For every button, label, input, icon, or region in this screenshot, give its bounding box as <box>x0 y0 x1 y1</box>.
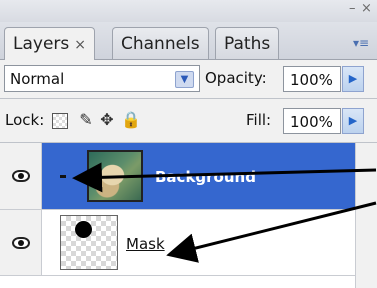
visibility-cell[interactable] <box>0 143 42 209</box>
lock-label: Lock: <box>5 111 45 129</box>
fill-field[interactable]: 100% <box>283 108 341 134</box>
fill-label: Fill: <box>246 111 272 129</box>
tab-layers-label: Layers <box>13 34 70 54</box>
fill-value: 100% <box>290 113 333 131</box>
layer-row-mask[interactable]: Mask <box>0 210 377 276</box>
layers-list: Background Mask <box>0 143 377 288</box>
chevron-down-icon[interactable]: ▼ <box>175 71 194 88</box>
layer-name-mask[interactable]: Mask <box>126 235 165 253</box>
tab-close-icon[interactable]: × <box>74 37 86 53</box>
opacity-label: Opacity: <box>205 69 267 87</box>
layers-panel: – × Layers × Channels Paths ▾≡ Normal ▼ O… <box>0 0 377 288</box>
opacity-value: 100% <box>290 71 333 89</box>
visibility-cell[interactable] <box>0 210 42 275</box>
blend-row: Normal ▼ Opacity: 100% ▶ <box>0 60 377 98</box>
opacity-slider-toggle[interactable]: ▶ <box>342 66 364 92</box>
panel-menu-icon[interactable]: ▾≡ <box>351 34 371 52</box>
lock-row: Lock: ✎ ✥ 🔒 Fill: 100% ▶ <box>0 99 377 142</box>
tab-channels-label: Channels <box>121 34 200 54</box>
lock-move-icon[interactable]: ✥ <box>98 111 116 129</box>
blend-mode-value: Normal <box>10 70 65 88</box>
blend-mode-select[interactable]: Normal ▼ <box>4 65 200 92</box>
tab-strip: Layers × Channels Paths ▾≡ <box>0 22 377 60</box>
lock-paint-icon[interactable]: ✎ <box>77 111 95 129</box>
mask-shape <box>75 221 92 238</box>
panel-title-bar: – × <box>0 0 377 22</box>
eye-icon[interactable] <box>12 237 30 249</box>
minimize-button[interactable]: – <box>349 1 356 16</box>
tab-channels[interactable]: Channels <box>112 27 209 59</box>
layer-thumbnail[interactable] <box>87 150 143 202</box>
layer-thumbnail[interactable] <box>60 215 118 270</box>
link-marker <box>60 175 66 178</box>
lock-all-icon[interactable]: 🔒 <box>121 111 141 129</box>
tab-paths-label: Paths <box>224 34 271 54</box>
eye-icon[interactable] <box>12 170 30 182</box>
scrollbar[interactable] <box>355 143 377 288</box>
tab-layers[interactable]: Layers × <box>4 27 95 60</box>
tab-paths[interactable]: Paths <box>215 27 280 59</box>
layer-row-background[interactable]: Background <box>0 143 377 210</box>
layer-name-background[interactable]: Background <box>155 168 256 186</box>
lock-transparent-icon[interactable] <box>52 113 68 129</box>
close-panel-button[interactable]: × <box>361 1 372 16</box>
fill-slider-toggle[interactable]: ▶ <box>342 108 364 134</box>
opacity-field[interactable]: 100% <box>283 66 341 92</box>
